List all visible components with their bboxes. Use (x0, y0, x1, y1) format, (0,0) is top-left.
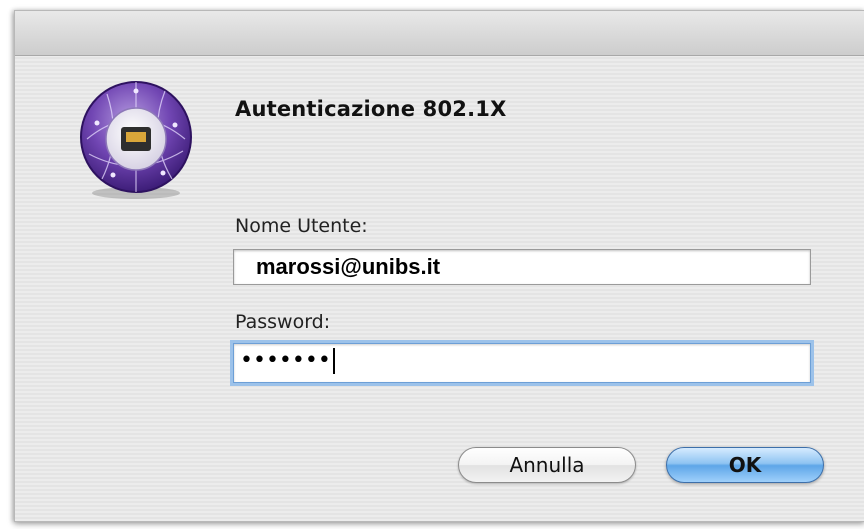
username-label: Nome Utente: (235, 215, 368, 237)
password-field[interactable]: ••••••• (233, 343, 811, 383)
auth-dialog: Autenticazione 802.1X Nome Utente: maros… (14, 10, 864, 522)
username-field[interactable]: marossi@unibs.it (233, 249, 811, 285)
ok-button[interactable]: OK (666, 447, 824, 483)
password-mask: ••••••• (240, 348, 331, 373)
username-value: marossi@unibs.it (256, 254, 441, 279)
cancel-button[interactable]: Annulla (458, 447, 636, 483)
password-value: ••••••• (240, 348, 335, 374)
text-caret (332, 348, 335, 374)
network-globe-icon (77, 79, 195, 201)
password-label: Password: (235, 311, 331, 333)
title-bar[interactable] (15, 11, 864, 56)
dialog-title: Autenticazione 802.1X (235, 97, 507, 121)
